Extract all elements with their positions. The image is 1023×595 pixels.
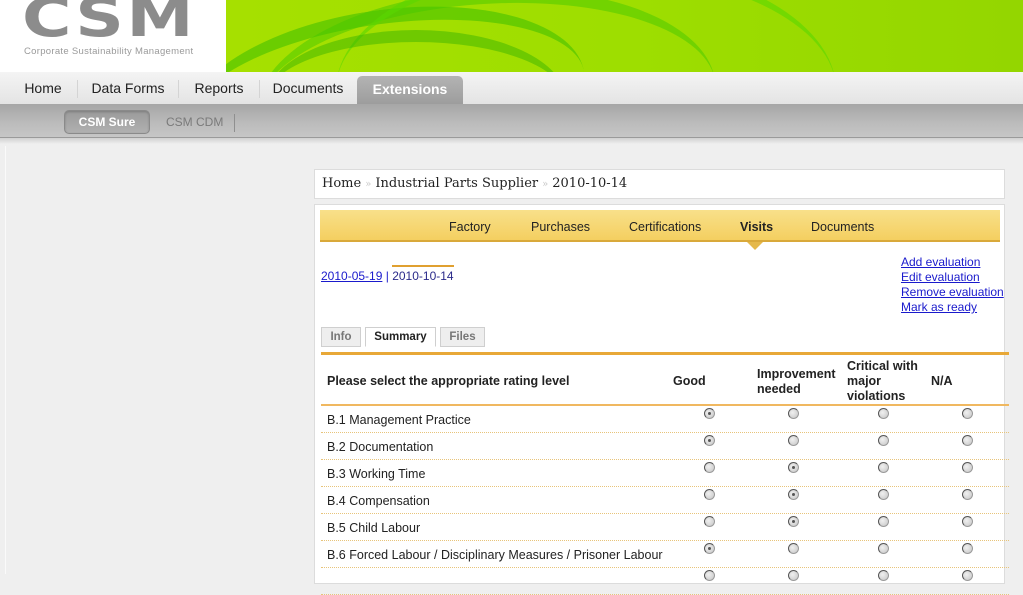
rating-row-label: B.1 Management Practice: [327, 413, 471, 427]
subnav-divider: [234, 114, 235, 132]
nav-divider: [77, 80, 78, 98]
breadcrumb-current: 2010-10-14: [552, 176, 628, 191]
add-evaluation-link[interactable]: Add evaluation: [901, 255, 1004, 270]
visit-date-current: 2010-10-14: [392, 269, 454, 283]
column-na: N/A: [931, 374, 953, 388]
header-banner: [226, 0, 1023, 72]
tab-documents[interactable]: Documents: [811, 210, 874, 240]
breadcrumb-home[interactable]: Home: [322, 176, 361, 191]
radio-critical[interactable]: [878, 570, 889, 581]
radio-improvement-needed[interactable]: [788, 435, 799, 446]
rating-row-label: B.2 Documentation: [327, 440, 434, 454]
rating-row-label: B.4 Compensation: [327, 494, 430, 508]
tab-purchases[interactable]: Purchases: [531, 210, 590, 240]
nav-shadow: [0, 138, 1023, 144]
visit-date-selector: 2010-05-19 | 2010-10-14: [321, 269, 454, 283]
sub-nav: CSM Sure CSM CDM: [0, 104, 1023, 138]
breadcrumb-separator: »: [365, 179, 372, 190]
rating-row: B.6 Forced Labour / Disciplinary Measure…: [321, 541, 1009, 568]
radio-na[interactable]: [962, 489, 973, 500]
radio-critical[interactable]: [878, 516, 889, 527]
radio-improvement-needed[interactable]: [788, 543, 799, 554]
radio-good[interactable]: [704, 543, 715, 554]
rating-row: [321, 568, 1009, 595]
rating-row-label: B.3 Working Time: [327, 467, 426, 481]
radio-critical[interactable]: [878, 489, 889, 500]
page-header: CSM Corporate Sustainability Management: [0, 0, 1023, 72]
rating-row: B.2 Documentation: [321, 433, 1009, 460]
radio-improvement-needed[interactable]: [788, 516, 799, 527]
breadcrumb-supplier[interactable]: Industrial Parts Supplier: [375, 176, 538, 191]
column-good: Good: [673, 374, 706, 388]
nav-divider: [259, 80, 260, 98]
logo-text: CSM: [22, 0, 197, 49]
radio-na[interactable]: [962, 570, 973, 581]
mark-as-ready-link[interactable]: Mark as ready: [901, 300, 1004, 315]
visit-date-separator: |: [385, 269, 389, 283]
radio-na[interactable]: [962, 408, 973, 419]
left-column-edge: [5, 146, 6, 574]
rating-table-header: Please select the appropriate rating lev…: [321, 355, 1009, 406]
rating-row: B.4 Compensation: [321, 487, 1009, 514]
visit-date-link[interactable]: 2010-05-19: [321, 269, 382, 283]
rating-row-label: B.5 Child Labour: [327, 521, 421, 535]
csm-logo[interactable]: CSM Corporate Sustainability Management: [0, 0, 226, 72]
rating-row: B.3 Working Time: [321, 460, 1009, 487]
radio-na[interactable]: [962, 516, 973, 527]
radio-na[interactable]: [962, 435, 973, 446]
radio-improvement-needed[interactable]: [788, 570, 799, 581]
rating-rows: B.1 Management Practice B.2 Documentation…: [321, 406, 1009, 595]
rating-row: B.5 Child Labour: [321, 514, 1009, 541]
nav-data-forms[interactable]: Data Forms: [82, 72, 174, 104]
subtab-files[interactable]: Files: [440, 327, 485, 347]
nav-divider: [178, 80, 179, 98]
nav-reports[interactable]: Reports: [182, 72, 256, 104]
radio-critical[interactable]: [878, 462, 889, 473]
subnav-csm-cdm[interactable]: CSM CDM: [166, 110, 223, 134]
tab-certifications[interactable]: Certifications: [629, 210, 701, 240]
radio-critical[interactable]: [878, 408, 889, 419]
rating-row-label: B.6 Forced Labour / Disciplinary Measure…: [327, 548, 663, 562]
radio-good[interactable]: [704, 408, 715, 419]
radio-good[interactable]: [704, 489, 715, 500]
radio-good[interactable]: [704, 516, 715, 527]
subtab-summary[interactable]: Summary: [365, 327, 436, 347]
column-improvement-needed: Improvement needed: [757, 367, 836, 396]
evaluation-actions: Add evaluation Edit evaluation Remove ev…: [901, 255, 1004, 315]
breadcrumb-separator: »: [542, 179, 549, 190]
radio-na[interactable]: [962, 462, 973, 473]
nav-extensions[interactable]: Extensions: [357, 76, 463, 104]
radio-good[interactable]: [704, 570, 715, 581]
rating-row: B.1 Management Practice: [321, 406, 1009, 433]
subnav-csm-sure[interactable]: CSM Sure: [64, 110, 150, 134]
radio-na[interactable]: [962, 543, 973, 554]
edit-evaluation-link[interactable]: Edit evaluation: [901, 270, 1004, 285]
section-tab-bar: Factory Purchases Certifications Visits …: [320, 210, 1000, 250]
radio-good[interactable]: [704, 462, 715, 473]
radio-improvement-needed[interactable]: [788, 462, 799, 473]
tab-factory[interactable]: Factory: [449, 210, 491, 240]
column-critical: Critical with major violations: [847, 359, 918, 403]
content-panel: Factory Purchases Certifications Visits …: [314, 204, 1009, 595]
radio-critical[interactable]: [878, 435, 889, 446]
nav-documents[interactable]: Documents: [263, 72, 353, 104]
nav-home[interactable]: Home: [12, 72, 74, 104]
radio-improvement-needed[interactable]: [788, 489, 799, 500]
rating-prompt: Please select the appropriate rating lev…: [327, 374, 570, 388]
rating-table: Please select the appropriate rating lev…: [321, 355, 1009, 595]
radio-good[interactable]: [704, 435, 715, 446]
radio-improvement-needed[interactable]: [788, 408, 799, 419]
breadcrumb: Home» Industrial Parts Supplier» 2010-10-1…: [314, 169, 1005, 199]
active-tab-pointer: [747, 242, 763, 250]
logo-subtitle: Corporate Sustainability Management: [24, 46, 194, 57]
main-nav: Home Data Forms Reports Documents Extens…: [0, 72, 1023, 104]
subtab-info[interactable]: Info: [321, 327, 361, 347]
remove-evaluation-link[interactable]: Remove evaluation: [901, 285, 1004, 300]
radio-critical[interactable]: [878, 543, 889, 554]
tab-visits[interactable]: Visits: [740, 210, 773, 240]
